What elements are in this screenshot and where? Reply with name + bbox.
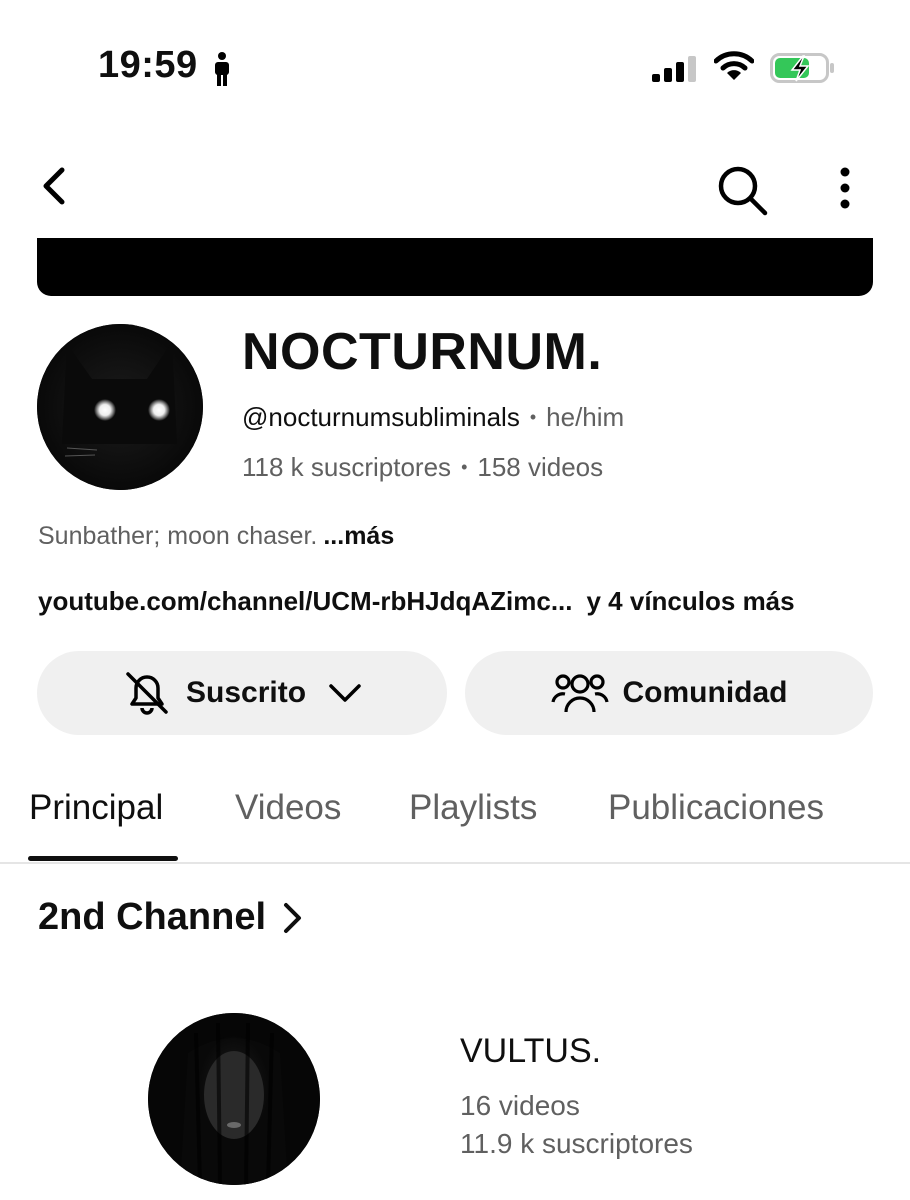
pronouns: he/him bbox=[546, 402, 625, 432]
channel-links[interactable]: youtube.com/channel/UCM-rbHJdqAZimc... y … bbox=[38, 586, 795, 617]
cat-avatar-image bbox=[37, 324, 203, 490]
second-channel-subscribers: 11.9 k suscriptores bbox=[460, 1128, 693, 1159]
person-icon bbox=[215, 52, 229, 86]
chevron-down-icon bbox=[329, 684, 361, 702]
battery-icon bbox=[770, 53, 834, 83]
tab-playlists[interactable]: Playlists bbox=[409, 788, 537, 828]
second-channel-avatar[interactable] bbox=[148, 1013, 320, 1185]
channel-avatar[interactable] bbox=[37, 324, 203, 490]
handle-row: @nocturnumsubliminals • he/him bbox=[242, 402, 625, 432]
stats-row: 118 k suscriptores • 158 videos bbox=[242, 452, 604, 482]
status-time: 19:59 bbox=[98, 44, 198, 86]
signal-icon bbox=[652, 56, 696, 82]
second-channel-videos: 16 videos bbox=[460, 1090, 580, 1121]
section-header[interactable]: 2nd Channel bbox=[38, 896, 304, 939]
bell-off-icon bbox=[126, 672, 168, 715]
video-count: 158 videos bbox=[477, 452, 604, 482]
channel-handle: @nocturnumsubliminals bbox=[242, 402, 520, 432]
tab-principal[interactable]: Principal bbox=[29, 788, 163, 828]
search-icon[interactable] bbox=[716, 164, 768, 216]
channel-description[interactable]: Sunbather; moon chaser. ...más bbox=[38, 522, 394, 551]
more-icon[interactable] bbox=[830, 166, 860, 210]
community-button[interactable]: Comunidad bbox=[465, 651, 873, 735]
community-icon bbox=[550, 674, 609, 713]
back-icon[interactable] bbox=[36, 166, 76, 206]
wifi-icon bbox=[714, 51, 754, 80]
active-tab-indicator bbox=[28, 856, 178, 861]
subscribed-button[interactable]: Suscrito bbox=[37, 651, 447, 735]
more-link[interactable]: ...más bbox=[323, 522, 394, 550]
description-text: Sunbather; moon chaser. bbox=[38, 522, 318, 550]
more-links[interactable]: y 4 vínculos más bbox=[587, 586, 795, 616]
portrait-avatar-image bbox=[148, 1013, 320, 1185]
second-channel-name[interactable]: VULTUS. bbox=[460, 1032, 601, 1071]
community-label: Comunidad bbox=[622, 676, 788, 709]
channel-tabs: Principal Videos Playlists Publicaciones bbox=[0, 780, 910, 864]
subscribed-label: Suscrito bbox=[185, 676, 307, 709]
channel-name: NOCTURNUM. bbox=[242, 323, 603, 381]
channel-banner bbox=[37, 238, 873, 296]
tab-videos[interactable]: Videos bbox=[235, 788, 341, 828]
subscriber-count: 118 k suscriptores bbox=[242, 452, 452, 482]
chevron-right-icon bbox=[284, 902, 302, 933]
channel-link[interactable]: youtube.com/channel/UCM-rbHJdqAZimc... bbox=[38, 586, 573, 616]
section-title: 2nd Channel bbox=[38, 896, 267, 938]
tab-publicaciones[interactable]: Publicaciones bbox=[608, 788, 824, 828]
